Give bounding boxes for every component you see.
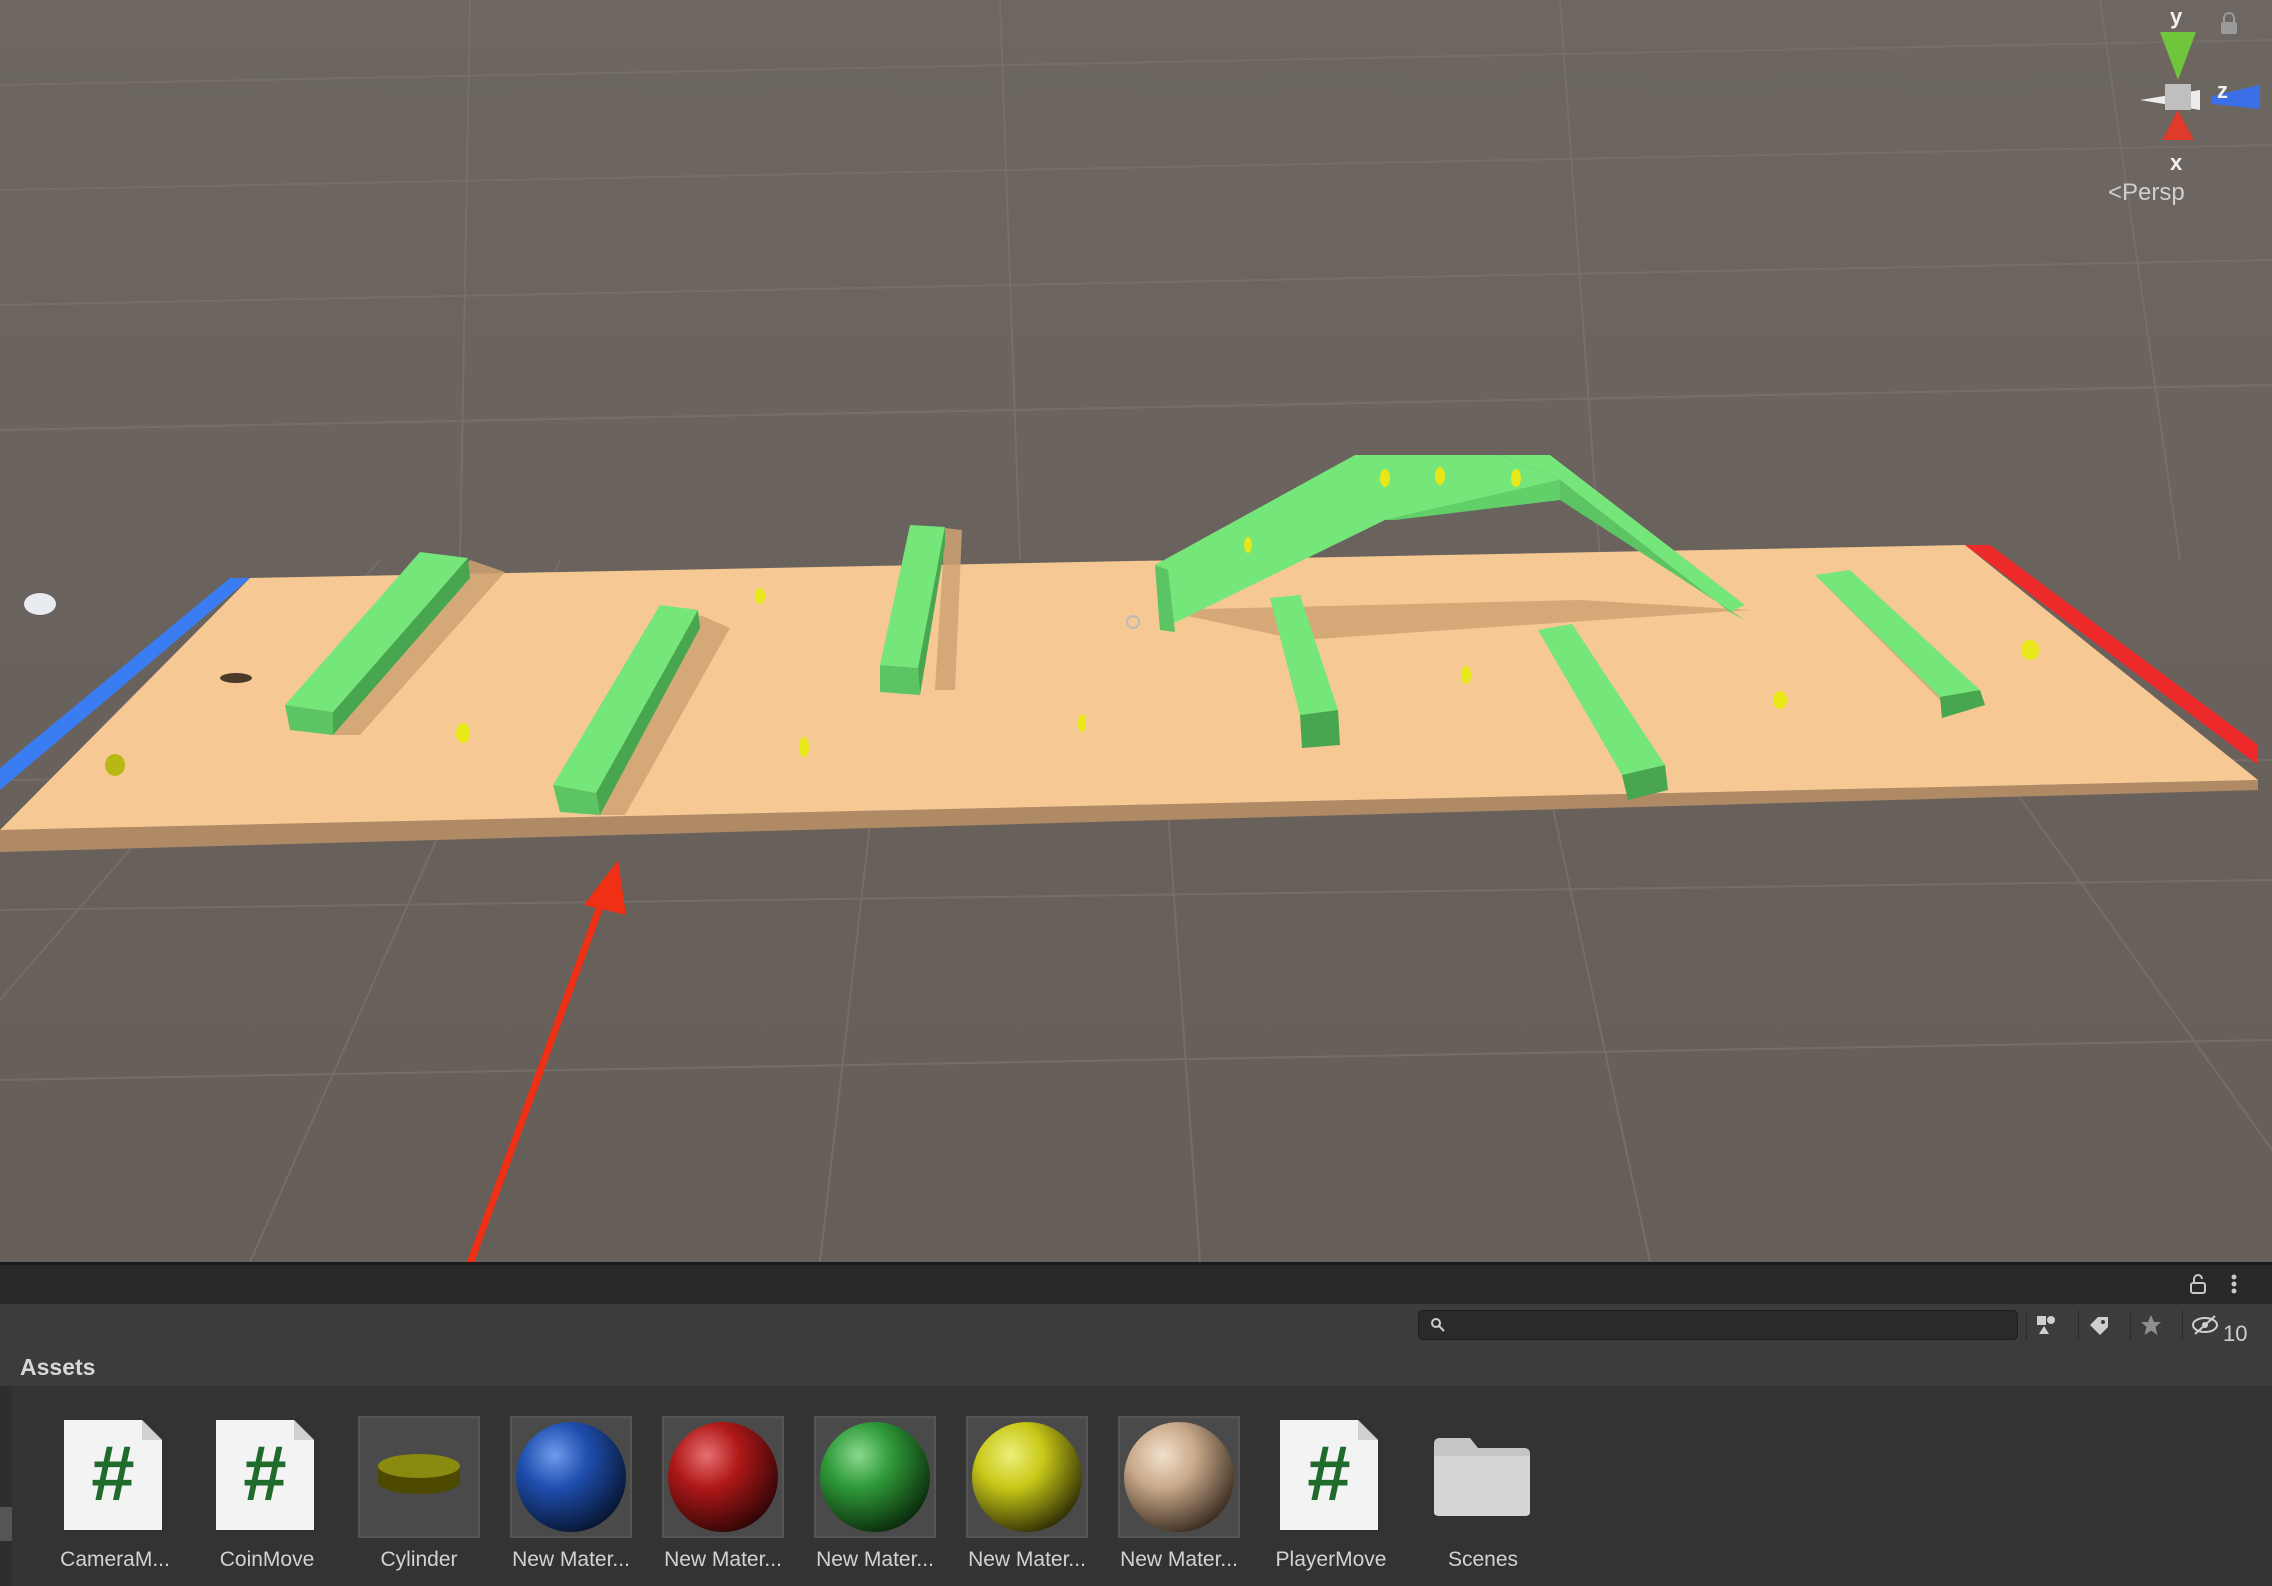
search-by-type-button[interactable] [2026,1310,2067,1340]
asset-item-material-blue[interactable]: New Mater... [488,1416,638,1576]
coin [1461,666,1471,684]
asset-label: New Mater... [664,1548,782,1571]
material-thumbnail [966,1416,1088,1538]
search-field[interactable] [1418,1310,2018,1340]
panel-lock-icon[interactable] [2186,1273,2210,1297]
prefab-thumbnail [358,1416,480,1538]
svg-text:#: # [91,1429,134,1517]
eye-slash-icon [2192,1315,2218,1335]
coin [1380,469,1390,487]
asset-item-material-green[interactable]: New Mater... [792,1416,942,1576]
hidden-packages-count: 10 [2223,1321,2248,1346]
material-thumbnail [662,1416,784,1538]
material-thumbnail [510,1416,632,1538]
player-shadow [220,673,252,683]
directional-light-sphere[interactable] [24,593,56,615]
asset-item-playermove-script[interactable]: # PlayerMove [1248,1416,1398,1576]
gizmo-y-label: y [2170,4,2183,29]
scene-view[interactable]: y z x <Persp [0,0,2272,1262]
search-input[interactable] [1453,1313,2007,1339]
material-thumbnail [814,1416,936,1538]
project-toolbar: 10 [0,1304,2272,1347]
projection-label: Persp [2122,179,2185,206]
material-sphere-icon [972,1422,1082,1532]
folder-tree-scroll[interactable] [0,1507,12,1541]
asset-item-camera-script[interactable]: # CameraM... [32,1416,182,1576]
svg-text:#: # [1307,1429,1350,1517]
breadcrumb-assets[interactable]: Assets [20,1354,95,1381]
hidden-packages-toggle[interactable]: 10 [2182,1310,2272,1346]
asset-item-material-red[interactable]: New Mater... [640,1416,790,1576]
coin [2021,640,2039,660]
gizmo-z-label: z [2217,78,2228,103]
asset-item-material-tan[interactable]: New Mater... [1096,1416,1246,1576]
search-icon [1431,1318,1445,1332]
asset-label: New Mater... [512,1548,630,1571]
asset-label: New Mater... [968,1548,1086,1571]
breadcrumb: Assets [0,1346,2272,1387]
filter-by-type-icon [2037,1316,2055,1334]
asset-label: Cylinder [380,1548,458,1571]
coin [755,588,765,604]
asset-label: PlayerMove [1275,1548,1387,1571]
script-icon: # [206,1416,328,1538]
project-panel: 10 Assets # CameraM... # CoinMove Cylind… [0,1262,2272,1586]
coin [799,737,809,757]
coin [105,754,125,776]
asset-item-cylinder-prefab[interactable]: Cylinder [336,1416,486,1576]
search-by-label-button[interactable] [2078,1310,2119,1340]
coin [456,723,470,743]
coin [1773,691,1787,709]
gizmo-x-label: x [2170,150,2183,175]
coin [1078,714,1086,732]
asset-label: New Mater... [816,1548,934,1571]
material-sphere-icon [668,1422,778,1532]
folder-icon [1422,1416,1544,1538]
asset-label: Scenes [1447,1548,1519,1571]
panel-header-bar [0,1262,2272,1304]
script-icon: # [1270,1416,1392,1538]
projection-toggle[interactable]: <Persp [2108,179,2185,206]
favorites-button[interactable] [2130,1310,2171,1340]
script-icon: # [54,1416,176,1538]
material-thumbnail [1118,1416,1240,1538]
star-icon [2141,1315,2161,1335]
asset-label: CoinMove [219,1548,315,1571]
asset-label: New Mater... [1120,1548,1238,1571]
cylinder-icon [378,1454,460,1494]
asset-item-coinmove-script[interactable]: # CoinMove [184,1416,334,1576]
asset-item-material-yellow[interactable]: New Mater... [944,1416,1094,1576]
tag-icon [2090,1317,2108,1335]
coin [1511,469,1521,487]
coin [1244,537,1252,553]
material-sphere-icon [1124,1422,1234,1532]
asset-item-scenes-folder[interactable]: Scenes [1400,1416,1550,1576]
panel-menu-icon[interactable] [2222,1273,2246,1297]
asset-grid: # CameraM... # CoinMove Cylinder New Mat… [12,1386,2272,1586]
asset-label: CameraM... [60,1548,170,1571]
material-sphere-icon [516,1422,626,1532]
material-sphere-icon [820,1422,930,1532]
coin [1435,467,1445,485]
svg-text:#: # [243,1429,286,1517]
